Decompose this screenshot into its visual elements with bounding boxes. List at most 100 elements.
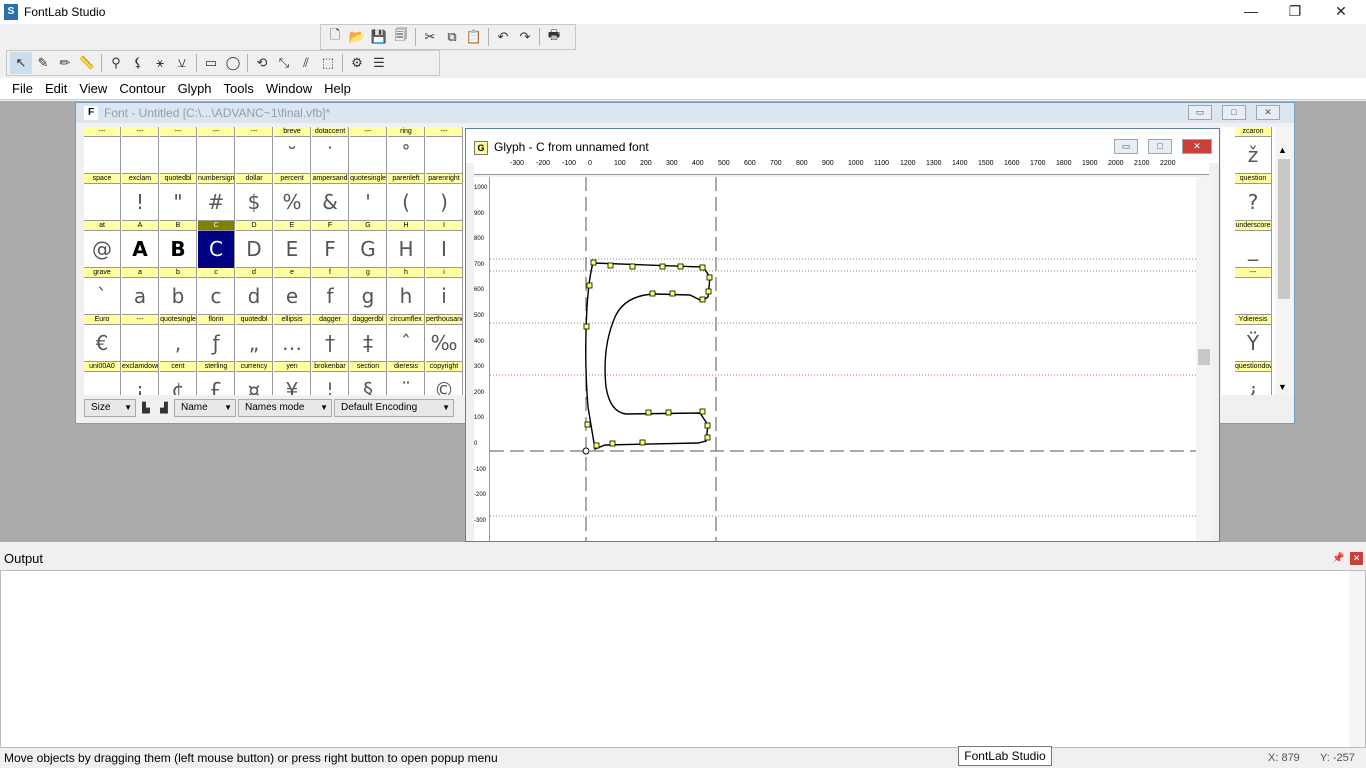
ruler-tool-icon[interactable]: 📏 <box>76 52 98 74</box>
close-button[interactable]: ✕ <box>1318 0 1364 24</box>
scroll-thumb[interactable] <box>1278 159 1290 299</box>
glyph-cell[interactable]: dd <box>236 268 273 315</box>
glyph-cell[interactable]: dagger † <box>312 315 349 362</box>
glyph-window[interactable]: G Glyph - C from unnamed font ▭ □ ✕ -300… <box>465 128 1220 542</box>
add-corner-icon[interactable]: ⚸ <box>127 52 149 74</box>
glyph-cell[interactable]: DD <box>236 221 273 268</box>
glyph-close-button[interactable]: ✕ <box>1182 139 1212 154</box>
glyph-cell[interactable]: breve ˘ <box>274 127 311 174</box>
glyph-cell[interactable]: --- <box>350 127 387 174</box>
font-maximize-button[interactable]: □ <box>1222 105 1246 120</box>
transform-tool-icon[interactable]: ⬚ <box>317 52 339 74</box>
encoding-select[interactable]: Default Encoding <box>334 399 454 417</box>
glyph-canvas[interactable] <box>490 177 1196 541</box>
glyph-cell[interactable]: --- <box>1235 268 1272 315</box>
glyph-cell[interactable]: --- <box>198 127 235 174</box>
maximize-button[interactable]: ❐ <box>1272 0 1318 24</box>
chart-large-icon[interactable]: ▟ <box>156 399 172 417</box>
print-icon[interactable]: 🖶 <box>543 26 565 48</box>
save-icon[interactable]: 💾 <box>368 26 390 48</box>
glyph-cell[interactable]: ampersand & <box>312 174 349 221</box>
glyph-cell[interactable]: florin ƒ <box>198 315 235 362</box>
glyph-cell[interactable]: percent% <box>274 174 311 221</box>
glyph-minimize-button[interactable]: ▭ <box>1114 139 1138 154</box>
minimize-button[interactable]: — <box>1228 0 1274 24</box>
menu-window[interactable]: Window <box>260 79 318 99</box>
slant-tool-icon[interactable]: ⫽ <box>295 52 317 74</box>
add-tangent-icon[interactable]: ⚺ <box>171 52 193 74</box>
names-mode-select[interactable]: Names mode <box>238 399 332 417</box>
rotate-tool-icon[interactable]: ⟲ <box>251 52 273 74</box>
glyph-cell[interactable]: --- <box>84 127 121 174</box>
output-panel[interactable] <box>0 570 1366 748</box>
glyph-cell[interactable]: copyright © <box>426 362 463 395</box>
scroll-up-icon[interactable]: ▲ <box>1278 145 1287 155</box>
glyph-cell[interactable]: hh <box>388 268 425 315</box>
font-close-button[interactable]: ✕ <box>1256 105 1280 120</box>
menu-edit[interactable]: Edit <box>39 79 73 99</box>
pointer-tool-icon[interactable]: ↖ <box>10 52 32 74</box>
glyph-cell[interactable]: ellipsis… <box>274 315 311 362</box>
menu-view[interactable]: View <box>73 79 113 99</box>
glyph-cell[interactable]: dotaccent ˙ <box>312 127 349 174</box>
glyph-cell[interactable]: numbersign # <box>198 174 235 221</box>
glyph-cell[interactable]: gg <box>350 268 387 315</box>
cut-icon[interactable]: ✂ <box>419 26 441 48</box>
glyph-cell[interactable]: zcaron ž <box>1235 127 1272 174</box>
glyph-cell[interactable]: ee <box>274 268 311 315</box>
menu-contour[interactable]: Contour <box>113 79 171 99</box>
glyph-cell[interactable]: parenright) <box>426 174 463 221</box>
save-all-icon[interactable]: 🗐 <box>390 26 412 48</box>
menu-help[interactable]: Help <box>318 79 357 99</box>
scale-tool-icon[interactable]: ⤡ <box>273 52 295 74</box>
glyph-cell[interactable]: cent ¢ <box>160 362 197 395</box>
name-select[interactable]: Name <box>174 399 236 417</box>
glyph-cell[interactable]: aa <box>122 268 159 315</box>
new-icon[interactable]: 🗋 <box>324 26 346 48</box>
glyph-cell[interactable]: --- <box>122 315 159 362</box>
glyph-cell[interactable]: circumflex ˆ <box>388 315 425 362</box>
output-scrollbar[interactable] <box>1349 571 1365 747</box>
glyph-cell[interactable]: --- <box>160 127 197 174</box>
glyph-cell[interactable]: questiondown¿ <box>1235 362 1272 395</box>
copy-icon[interactable]: ⧉ <box>441 26 463 48</box>
options-icon[interactable]: ⚙ <box>346 52 368 74</box>
glyph-cell[interactable]: II <box>426 221 463 268</box>
add-curve-icon[interactable]: ⚹ <box>149 52 171 74</box>
glyph-cell[interactable]: space <box>84 174 121 221</box>
glyph-cell[interactable]: brokenbar ¦ <box>312 362 349 395</box>
add-node-icon[interactable]: ⚲ <box>105 52 127 74</box>
open-icon[interactable]: 📂 <box>346 26 368 48</box>
pin-icon[interactable]: 📌 <box>1332 548 1344 570</box>
glyph-maximize-button[interactable]: □ <box>1148 139 1172 154</box>
glyph-grid-right[interactable]: zcaron ž question? underscore _ --- Ydieresis Ÿ… <box>1221 127 1275 395</box>
glyph-cell[interactable]: uni00A0 <box>84 362 121 395</box>
glyph-cell[interactable]: Ydieresis Ÿ <box>1235 315 1272 362</box>
ellipse-tool-icon[interactable]: ◯ <box>222 52 244 74</box>
glyph-cell[interactable]: quotedbl „ <box>236 315 273 362</box>
glyph-cell[interactable]: AA <box>122 221 159 268</box>
glyph-cell[interactable]: parenleft( <box>388 174 425 221</box>
glyph-cell[interactable]: HH <box>388 221 425 268</box>
glyph-cell[interactable]: bb <box>160 268 197 315</box>
glyph-cell[interactable]: perthousand ‰ <box>426 315 463 362</box>
glyph-outline-svg[interactable] <box>490 177 1196 541</box>
chart-small-icon[interactable]: ▙ <box>138 399 154 417</box>
glyph-cell[interactable]: dieresis ¨ <box>388 362 425 395</box>
font-vertical-scrollbar[interactable]: ▲ ▼ <box>1275 127 1293 395</box>
glyph-cell[interactable]: grave ` <box>84 268 121 315</box>
glyph-cell[interactable]: yen ¥ <box>274 362 311 395</box>
glyph-cell[interactable]: FF <box>312 221 349 268</box>
scroll-down-icon[interactable]: ▼ <box>1278 382 1287 392</box>
glyph-cell[interactable]: BB <box>160 221 197 268</box>
output-close-button[interactable]: ✕ <box>1350 552 1363 565</box>
glyph-cell[interactable]: exclamdown ¡ <box>122 362 159 395</box>
glyph-cell[interactable]: underscore _ <box>1235 221 1272 268</box>
undo-icon[interactable]: ↶ <box>492 26 514 48</box>
glyph-cell[interactable]: at @ <box>84 221 121 268</box>
menu-file[interactable]: File <box>6 79 39 99</box>
glyph-cell[interactable]: EE <box>274 221 311 268</box>
menu-glyph[interactable]: Glyph <box>172 79 218 99</box>
rectangle-tool-icon[interactable]: ▭ <box>200 52 222 74</box>
glyph-cell[interactable]: ff <box>312 268 349 315</box>
